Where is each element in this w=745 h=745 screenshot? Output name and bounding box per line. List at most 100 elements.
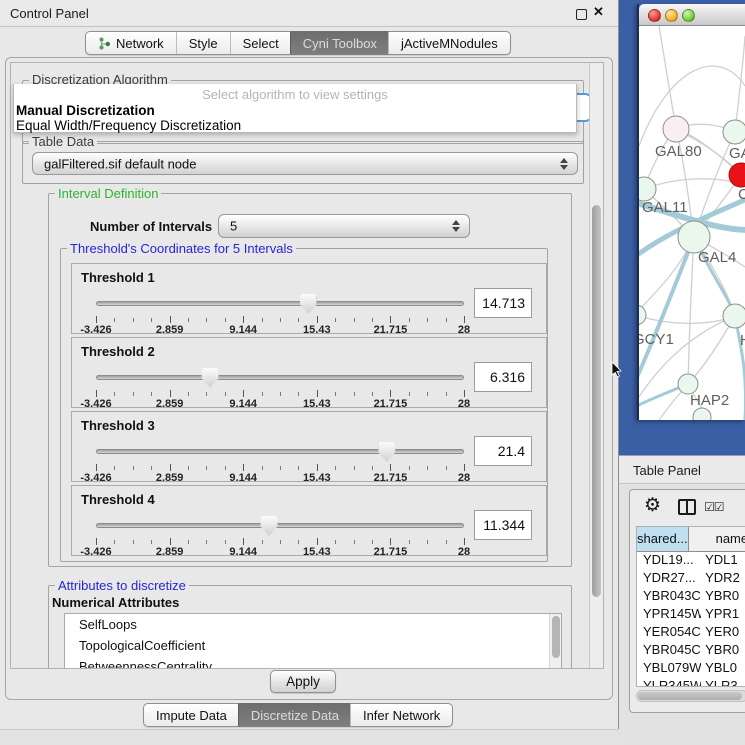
- threshold-4-value-field[interactable]: 11.344: [474, 510, 532, 540]
- table-row[interactable]: YBL079WYBL0: [637, 660, 745, 678]
- threshold-4-label: Threshold 4: [81, 492, 155, 507]
- threshold-3-label: Threshold 3: [81, 418, 155, 433]
- control-panel-window: Control Panel ✕ Network Style Select Cyn…: [0, 0, 619, 745]
- attribute-list-item[interactable]: SelfLoops: [65, 614, 561, 635]
- mouse-cursor: [611, 362, 622, 378]
- threshold-3-panel: Threshold 3 -3.4262.8599.14415.4321.7152…: [71, 411, 547, 482]
- attribute-list-item[interactable]: BetweennessCentrality: [65, 656, 561, 669]
- tab-cyni-toolbox[interactable]: Cyni Toolbox: [290, 31, 389, 55]
- threshold-1-value-field[interactable]: 14.713: [474, 288, 532, 318]
- slider-ticks: [96, 390, 464, 398]
- slider-tick-labels: -3.4262.8599.14415.4321.71528: [96, 324, 464, 336]
- threshold-3-slider[interactable]: -3.4262.8599.14415.4321.71528: [96, 440, 464, 480]
- zoom-traffic-light-icon[interactable]: [682, 9, 695, 22]
- checkboxes-icon[interactable]: ☑☑: [704, 500, 724, 514]
- close-icon[interactable]: ✕: [593, 4, 604, 20]
- popup-option-equal-width-frequency[interactable]: Equal Width/Frequency Discretization: [16, 118, 241, 133]
- node-h[interactable]: [723, 304, 745, 328]
- tab-impute-data[interactable]: Impute Data: [144, 704, 239, 726]
- table-data-title: Table Data: [29, 134, 97, 149]
- threshold-2-slider[interactable]: -3.4262.8599.14415.4321.71528: [96, 366, 464, 406]
- node-label-gal80: GAL80: [655, 143, 702, 160]
- threshold-4-panel: Threshold 4 -3.4262.8599.14415.4321.7152…: [71, 485, 547, 556]
- column-header-shared-name[interactable]: shared...: [637, 527, 689, 551]
- table-panel-title: Table Panel: [633, 463, 701, 478]
- table-row[interactable]: YDL19...YDL1: [637, 552, 745, 570]
- num-intervals-value: 5: [230, 219, 237, 234]
- node-gal80[interactable]: [663, 116, 689, 142]
- slider-thumb[interactable]: [260, 516, 277, 536]
- tab-style[interactable]: Style: [176, 32, 230, 54]
- table-row[interactable]: YDR27...YDR2: [637, 570, 745, 588]
- algorithm-dropdown-popup: Select algorithm to view settings Manual…: [13, 84, 577, 133]
- slider-ticks: [96, 538, 464, 546]
- node-table[interactable]: shared... name YDL19...YDL1YDR27...YDR2Y…: [636, 526, 745, 687]
- cyni-toolbox-panel: Discretization Algorithm Table Data galF…: [5, 57, 613, 700]
- slider-thumb[interactable]: [300, 294, 317, 314]
- numerical-attributes-list[interactable]: SelfLoopsTopologicalCoefficientBetweenne…: [64, 613, 562, 669]
- apply-button[interactable]: Apply: [270, 670, 336, 693]
- top-tab-bar: Network Style Select Cyni Toolbox jActiv…: [85, 31, 511, 55]
- threshold-4-slider[interactable]: -3.4262.8599.14415.4321.71528: [96, 514, 464, 554]
- gear-icon[interactable]: ⚙: [644, 494, 661, 517]
- network-canvas[interactable]: GAL80 GA C GAL11 GAL4 GCY1 H HAP2: [639, 26, 745, 420]
- slider-tick-labels: -3.4262.8599.14415.4321.71528: [96, 398, 464, 410]
- node-gcy1[interactable]: [639, 305, 646, 325]
- node-label-hap2: HAP2: [690, 392, 729, 409]
- node-label-gal11: GAL11: [642, 199, 688, 216]
- threshold-1-slider[interactable]: -3.4262.8599.14415.4321.71528: [96, 292, 464, 332]
- slider-thumb[interactable]: [202, 368, 219, 388]
- node-label-ga: GA: [729, 145, 745, 162]
- slider-thumb[interactable]: [378, 442, 395, 462]
- threshold-2-panel: Threshold 2 -3.4262.8599.14415.4321.7152…: [71, 337, 547, 408]
- panel-vertical-scrollbar[interactable]: [589, 63, 603, 668]
- slider-tick-labels: -3.4262.8599.14415.4321.71528: [96, 472, 464, 484]
- slider-ticks: [96, 316, 464, 324]
- minimize-traffic-light-icon[interactable]: [665, 9, 678, 22]
- tab-jactivemnodules[interactable]: jActiveMNodules: [388, 32, 510, 54]
- slider-track[interactable]: [96, 375, 464, 380]
- combo-stepper-icon: [452, 220, 460, 232]
- node-label-gal4: GAL4: [698, 249, 736, 266]
- table-row[interactable]: YER054CYER0: [637, 624, 745, 642]
- window-title: Control Panel: [10, 6, 89, 21]
- algorithm-prompt: Select algorithm to view settings: [14, 87, 576, 102]
- table-row[interactable]: YLR345WYLR3: [637, 678, 745, 687]
- tab-network[interactable]: Network: [86, 32, 176, 54]
- tab-infer-network[interactable]: Infer Network: [350, 704, 452, 726]
- threshold-2-value-field[interactable]: 6.316: [474, 362, 532, 392]
- attribute-list-item[interactable]: TopologicalCoefficient: [65, 635, 561, 656]
- attributes-list-scrollbar[interactable]: [549, 614, 561, 668]
- slider-track[interactable]: [96, 301, 464, 306]
- threshold-3-value-field[interactable]: 21.4: [474, 436, 532, 466]
- threshold-1-panel: Threshold 1 -3.4262.8599.14415.4321.7152…: [71, 263, 547, 334]
- tab-discretize-data[interactable]: Discretize Data: [238, 703, 351, 727]
- table-horizontal-scrollbar[interactable]: [636, 690, 745, 702]
- threshold-1-label: Threshold 1: [81, 270, 155, 285]
- attributes-title: Attributes to discretize: [55, 578, 189, 593]
- table-row[interactable]: YBR043CYBR0: [637, 588, 745, 606]
- node-bottom-partial[interactable]: [693, 408, 711, 420]
- slider-track[interactable]: [96, 449, 464, 454]
- node-hap2[interactable]: [678, 374, 698, 394]
- table-row[interactable]: YPR145WYPR1: [637, 606, 745, 624]
- float-window-icon[interactable]: [576, 9, 587, 20]
- slider-track[interactable]: [96, 523, 464, 528]
- table-row[interactable]: YBR045CYBR0: [637, 642, 745, 660]
- thresholds-title: Threshold's Coordinates for 5 Intervals: [67, 241, 296, 256]
- table-data-combobox[interactable]: galFiltered.sif default node: [32, 152, 578, 175]
- interval-definition-title: Interval Definition: [55, 186, 161, 201]
- combo-stepper-icon: [560, 158, 568, 170]
- column-header-name[interactable]: name: [689, 527, 745, 551]
- close-traffic-light-icon[interactable]: [648, 9, 661, 22]
- tab-network-label: Network: [116, 36, 164, 51]
- tab-select[interactable]: Select: [230, 32, 291, 54]
- node-top-right[interactable]: [723, 120, 745, 144]
- cytoscape-desktop: GAL80 GA C GAL11 GAL4 GCY1 H HAP2: [619, 0, 745, 455]
- table-header-row: shared... name: [637, 527, 745, 552]
- column-selector-icon[interactable]: [678, 499, 696, 515]
- num-intervals-combobox[interactable]: 5: [218, 214, 470, 238]
- node-label-c: C: [738, 186, 745, 203]
- bottom-tab-bar: Impute Data Discretize Data Infer Networ…: [143, 703, 453, 727]
- popup-option-manual-discretization[interactable]: Manual Discretization: [16, 103, 155, 118]
